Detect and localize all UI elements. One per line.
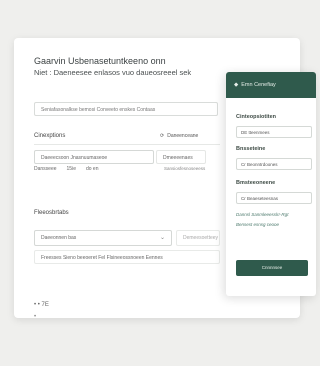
panel-label-1: Cinteopsiotiten	[236, 114, 277, 120]
filter-button-label: Daneenceane	[167, 133, 199, 139]
field-select-value: Daeeonnen bas	[41, 235, 77, 241]
row-item-3[interactable]: do en	[86, 166, 99, 172]
condition-row: Dansseee 15ie do en	[34, 166, 98, 172]
panel-label-3: Bmsteeoneene	[236, 180, 276, 186]
row-tag: Sansiosfesnoseeess	[164, 166, 206, 171]
footer-indicator: • • 7E	[34, 302, 49, 308]
panel-header-label: Emn Cenefiay	[241, 82, 276, 88]
panel-input-3[interactable]: Cr Beaeseteesnas	[236, 192, 312, 204]
row-item-1[interactable]: Dansseee	[34, 166, 57, 172]
row-item-2[interactable]: 15ie	[67, 166, 76, 172]
divider	[34, 144, 220, 145]
form-title: Gaarvin Usbenasetuntkeeno onn	[34, 56, 166, 66]
condition-suffix-field[interactable]: Dmeeeenaes	[156, 150, 206, 164]
refresh-icon: ⟳	[160, 133, 165, 139]
chevron-down-icon: ⌄	[159, 235, 165, 241]
panel-input-2[interactable]: Cr Beonntrdoones	[236, 158, 312, 170]
panel-header: ◆ Emn Cenefiay	[226, 72, 316, 98]
section-label-conditions: Cinexptions	[34, 133, 66, 139]
top-input-field[interactable]: Seniafasonalkse bemosi Conveeto enskes C…	[34, 102, 218, 116]
hint-field: Freesses Sieno beeoeret Fel Flsineeossno…	[34, 250, 220, 264]
panel-link-2[interactable]: Bensest esnsg ceooe	[236, 222, 279, 227]
footer-sub-indicator: •	[34, 314, 37, 320]
form-subtitle: Niet : Daeneesee enlasos vuo daueosreeel…	[34, 68, 192, 77]
panel-submit-button[interactable]: Cnnnnsee	[236, 260, 308, 276]
field-secondary-input[interactable]: Demeesoetteey	[176, 230, 220, 246]
side-panel: ◆ Emn Cenefiay Cinteopsiotiten DE tteenm…	[226, 72, 316, 296]
panel-link-1[interactable]: Dannsl Sanmleeesslrr-Rgt	[236, 212, 288, 217]
field-select[interactable]: Daeeonnen bas ⌄	[34, 230, 172, 246]
condition-input[interactable]: Daeeecsoon Jnasnuumaseoe	[34, 150, 154, 164]
panel-label-2: Bnsseteine	[236, 146, 266, 152]
section-label-fields: Fleeosbrtabs	[34, 210, 69, 216]
filter-button[interactable]: ⟳ Daneenceane	[160, 133, 198, 139]
panel-header-icon: ◆	[234, 82, 239, 88]
panel-input-1[interactable]: DE tteenmees	[236, 126, 312, 138]
